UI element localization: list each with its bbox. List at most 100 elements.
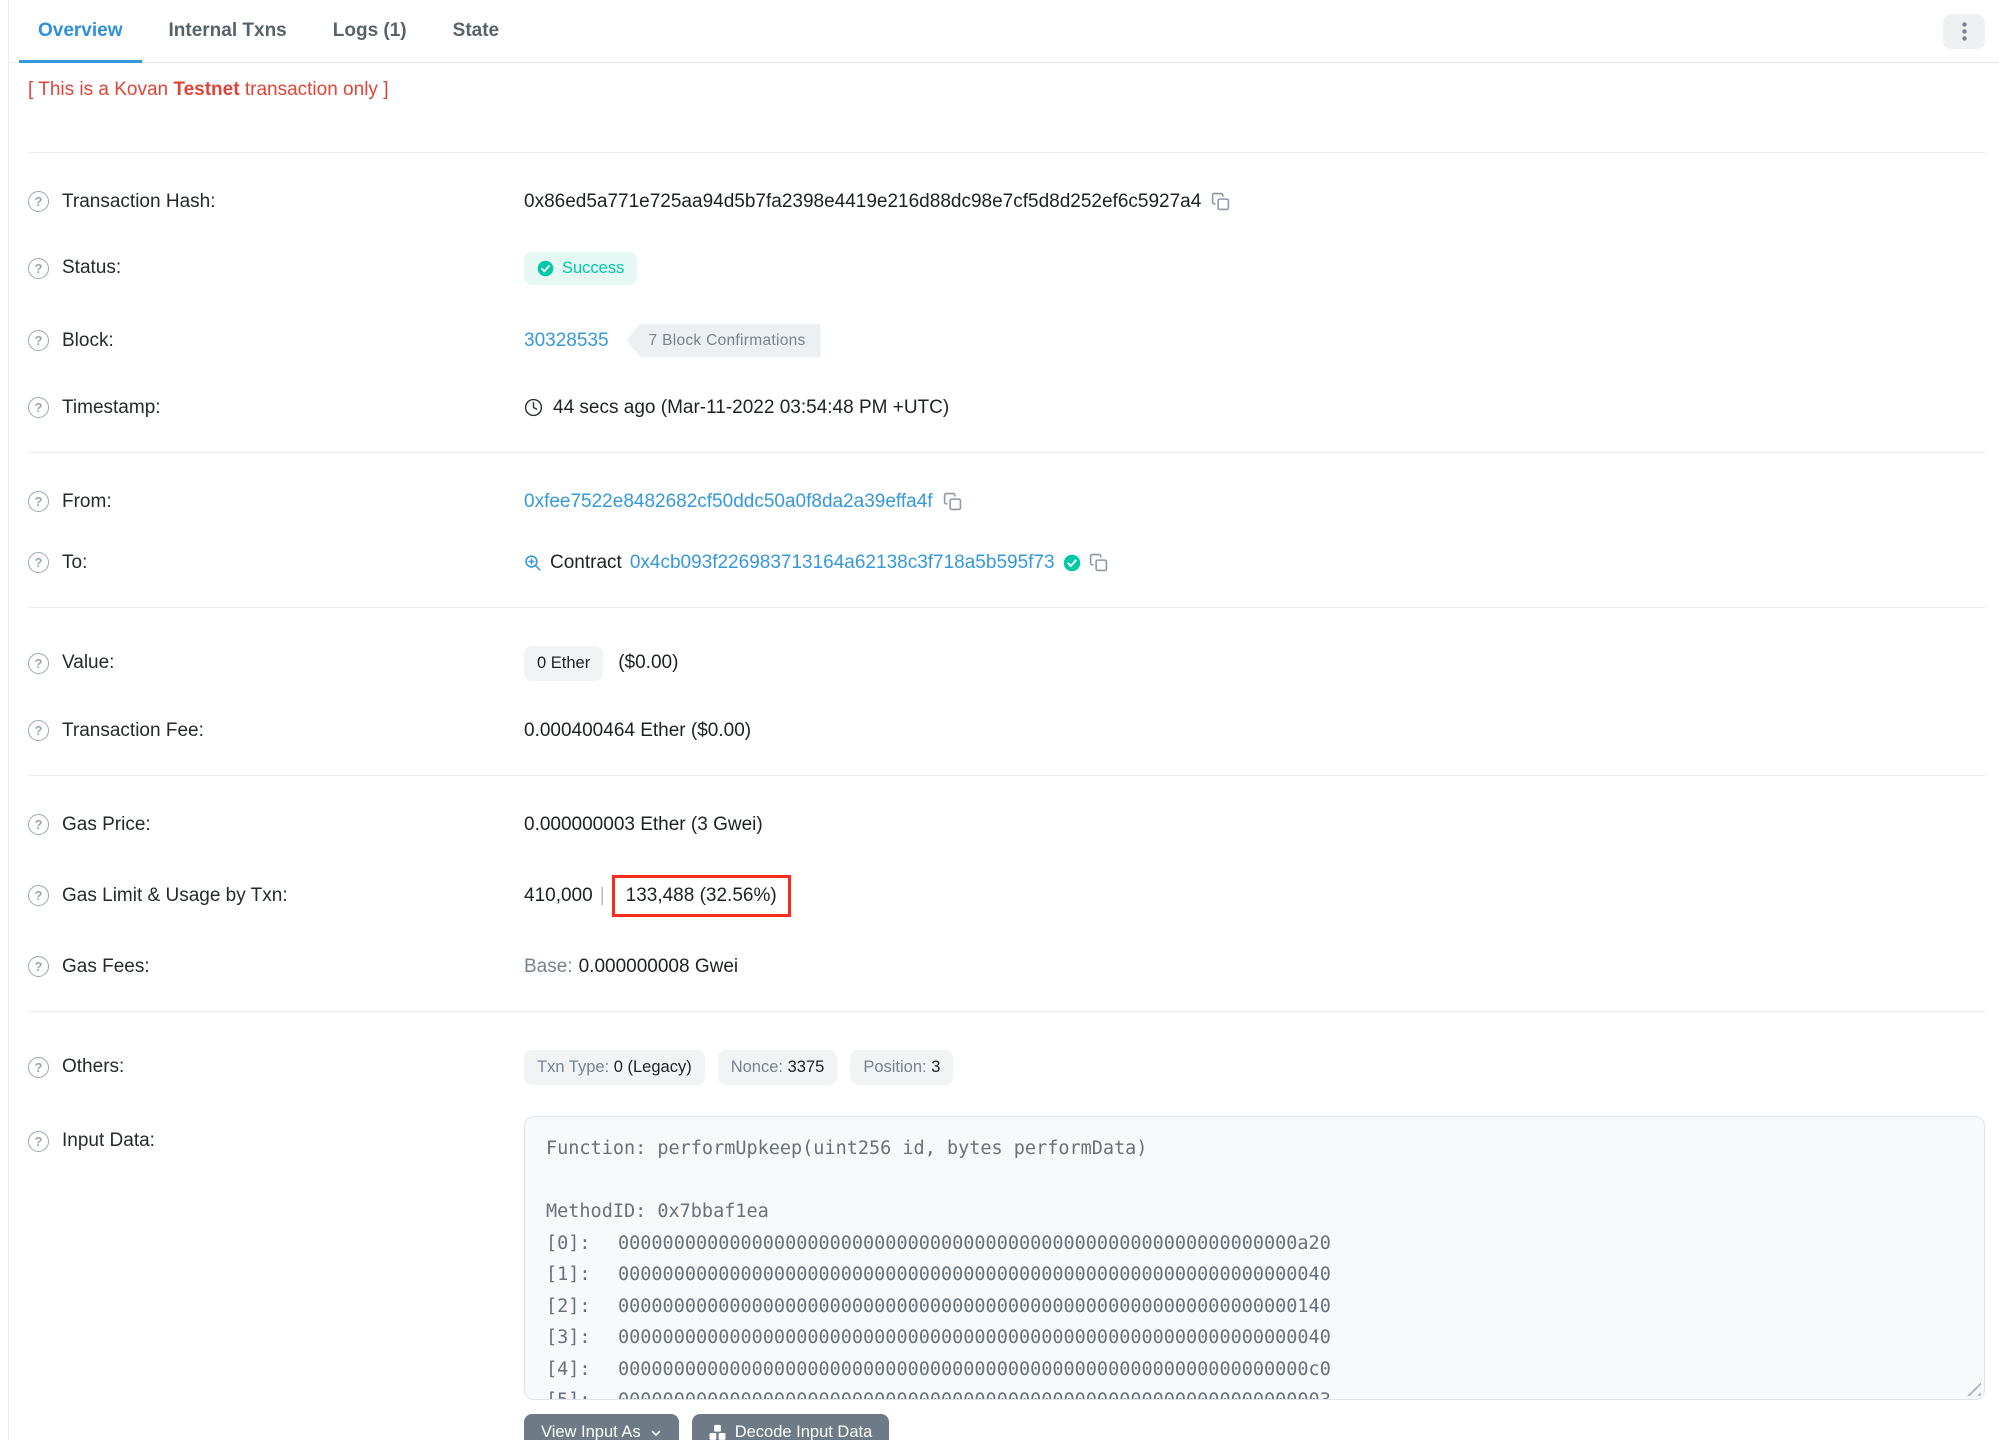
status-text: Success [562, 258, 625, 277]
word-hex: 0000000000000000000000000000000000000000… [618, 1390, 1331, 1399]
row-transaction-hash: Transaction Hash: 0x86ed5a771e725aa94d5b… [28, 171, 1985, 232]
input-word: [1]: 000000000000000000000000000000000000… [546, 1259, 1963, 1291]
row-value: Value: 0 Ether ($0.00) [28, 626, 1985, 700]
input-word: [2]: 000000000000000000000000000000000000… [546, 1291, 1963, 1323]
badge-value: 0 (Legacy) [613, 1057, 692, 1076]
help-icon[interactable] [28, 1056, 49, 1078]
word-hex: 0000000000000000000000000000000000000000… [618, 1264, 1331, 1285]
help-icon[interactable] [28, 956, 49, 977]
timestamp-value: 44 secs ago (Mar-11-2022 03:54:48 PM +UT… [553, 396, 950, 418]
help-icon[interactable] [28, 1130, 49, 1152]
copy-from-button[interactable] [943, 492, 962, 511]
gas-usage-value-highlighted: 133,488 (32.56%) [611, 874, 791, 917]
view-input-as-button[interactable]: View Input As [524, 1414, 679, 1440]
tab-logs[interactable]: Logs (1) [314, 0, 426, 62]
position-badge: Position: 3 [850, 1049, 954, 1085]
status-label: Status: [28, 257, 524, 279]
label-text: Value: [62, 652, 115, 673]
status-badge: Success [524, 251, 638, 285]
label-text: Others: [62, 1056, 125, 1077]
transaction-hash-value: 0x86ed5a771e725aa94d5b7fa2398e4419e216d8… [524, 190, 1202, 212]
transaction-fee-value: 0.000400464 Ether ($0.00) [524, 719, 752, 741]
word-hex: 0000000000000000000000000000000000000000… [618, 1232, 1331, 1254]
pipe-separator: | [599, 884, 605, 906]
input-data-textarea[interactable]: Function: performUpkeep(uint256 id, byte… [524, 1116, 1985, 1400]
value-label: Value: [28, 652, 524, 674]
input-word: [3]: 000000000000000000000000000000000000… [546, 1322, 1963, 1354]
tab-overview[interactable]: Overview [19, 0, 142, 63]
copy-hash-button[interactable] [1211, 192, 1230, 211]
more-options-button[interactable] [1943, 13, 1985, 49]
divider [28, 775, 1985, 776]
to-address-link[interactable]: 0x4cb093f226983713164a62138c3f718a5b595f… [630, 552, 1055, 574]
row-gas-fees: Gas Fees: Base: 0.000000008 Gwei [28, 936, 1985, 997]
block-number-link[interactable]: 30328535 [524, 330, 609, 352]
row-timestamp: Timestamp: 44 secs ago (Mar-11-2022 03:5… [28, 377, 1985, 438]
copy-icon [1089, 553, 1108, 572]
word-hex: 0000000000000000000000000000000000000000… [618, 1358, 1331, 1380]
function-signature: Function: performUpkeep(uint256 id, byte… [546, 1138, 1148, 1159]
label-text: Gas Fees: [62, 955, 150, 977]
gas-fees-label: Gas Fees: [28, 956, 524, 978]
help-icon[interactable] [28, 191, 49, 212]
help-icon[interactable] [28, 885, 49, 906]
to-label: To: [28, 552, 524, 574]
row-to: To: Contract 0x4cb093f226983713164a62138… [28, 532, 1985, 593]
input-data-actions: View Input As Decode Input Data [524, 1414, 1985, 1440]
help-icon[interactable] [28, 720, 49, 741]
badge-value: 3 [931, 1057, 941, 1076]
word-index: [2]: [546, 1295, 591, 1317]
tab-state[interactable]: State [434, 0, 518, 62]
divider [28, 1011, 1985, 1012]
value-usd: ($0.00) [618, 652, 679, 673]
label-text: Block: [62, 329, 114, 351]
help-icon[interactable] [28, 552, 49, 573]
word-hex: 0000000000000000000000000000000000000000… [618, 1295, 1331, 1317]
row-input-data: Input Data: Function: performUpkeep(uint… [28, 1104, 1985, 1440]
row-others: Others: Txn Type: 0 (Legacy) Nonce: 3375… [28, 1030, 1985, 1104]
label-text: To: [62, 551, 88, 573]
row-from: From: 0xfee7522e8482682cf50ddc50a0f8da2a… [28, 471, 1985, 532]
transaction-page: Overview Internal Txns Logs (1) State [ … [0, 0, 1999, 1440]
magnifier-plus-icon[interactable] [524, 554, 542, 572]
resize-handle[interactable] [1967, 1382, 1981, 1396]
others-label: Others: [28, 1056, 524, 1078]
badge-key: Txn Type: [537, 1057, 610, 1076]
nonce-badge: Nonce: 3375 [717, 1049, 838, 1085]
timestamp-label: Timestamp: [28, 397, 524, 419]
word-index: [0]: [546, 1232, 591, 1254]
to-kind: Contract [550, 551, 622, 573]
copy-to-button[interactable] [1089, 553, 1108, 572]
help-icon[interactable] [28, 814, 49, 835]
label-text: Gas Limit & Usage by Txn: [62, 884, 288, 906]
help-icon[interactable] [28, 397, 49, 418]
decode-input-data-button[interactable]: Decode Input Data [691, 1414, 890, 1440]
tab-internal-txns[interactable]: Internal Txns [150, 0, 306, 62]
txn-type-badge: Txn Type: 0 (Legacy) [524, 1049, 705, 1085]
help-icon[interactable] [28, 491, 49, 512]
clock-icon [524, 398, 543, 417]
transaction-fee-label: Transaction Fee: [28, 720, 524, 742]
input-data-label: Input Data: [28, 1130, 524, 1152]
help-icon[interactable] [28, 652, 49, 674]
block-label: Block: [28, 330, 524, 352]
word-index: [3]: [546, 1327, 591, 1348]
transaction-hash-label: Transaction Hash: [28, 191, 524, 213]
badge-value: 3375 [787, 1057, 825, 1076]
ether-value-badge: 0 Ether [524, 645, 604, 681]
divider [28, 452, 1985, 453]
from-address-link[interactable]: 0xfee7522e8482682cf50ddc50a0f8da2a39effa… [524, 491, 933, 513]
gas-price-label: Gas Price: [28, 814, 524, 836]
label-text: Timestamp: [62, 396, 161, 418]
help-icon[interactable] [28, 330, 49, 351]
button-label: View Input As [541, 1423, 641, 1440]
button-label: Decode Input Data [734, 1423, 873, 1440]
label-text: From: [62, 490, 112, 512]
kebab-icon [1961, 21, 1967, 41]
divider [28, 607, 1985, 608]
help-icon[interactable] [28, 257, 49, 279]
block-confirmations-badge: 7 Block Confirmations [626, 323, 821, 358]
label-text: Input Data: [62, 1130, 155, 1151]
row-transaction-fee: Transaction Fee: 0.000400464 Ether ($0.0… [28, 700, 1985, 761]
notice-suffix: transaction only ] [239, 79, 389, 100]
